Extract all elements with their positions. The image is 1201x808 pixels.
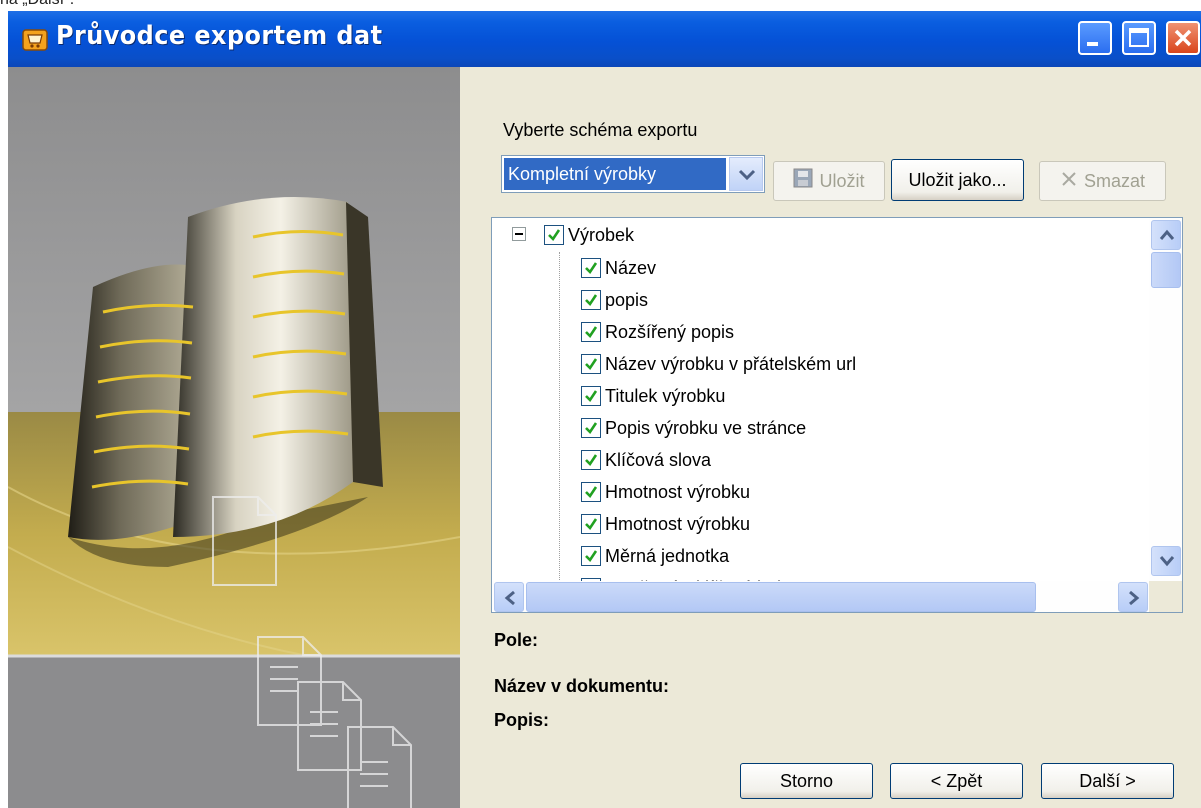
checkbox-checked-icon[interactable] [581, 258, 601, 278]
next-label: Další > [1079, 771, 1136, 791]
title-bar[interactable]: Průvodce exportem dat [8, 11, 1201, 67]
cancel-button[interactable]: Storno [740, 763, 873, 799]
background-clipped-text: na „Další". [0, 0, 200, 11]
checkbox-checked-icon[interactable] [581, 290, 601, 310]
vertical-scroll-thumb[interactable] [1151, 252, 1181, 288]
delete-x-icon [1060, 163, 1078, 201]
scroll-up-button[interactable] [1151, 220, 1181, 250]
tree-item-label: Měrná jednotka [605, 546, 730, 566]
doc-name-label: Název v dokumentu: [494, 676, 670, 696]
checkbox-checked-icon[interactable] [581, 546, 601, 566]
cart-icon [22, 27, 48, 51]
wizard-side-illustration [8, 67, 460, 808]
schema-label: Vyberte schéma exportu [503, 120, 698, 140]
tree-item-label: Rozšířený popis [605, 322, 735, 342]
tree-item-label: popis [605, 290, 649, 310]
checkbox-checked-icon[interactable] [581, 482, 601, 502]
horizontal-scrollbar[interactable] [492, 581, 1150, 612]
tree-item-label: Titulek výrobku [605, 386, 726, 406]
minimize-icon [1087, 42, 1098, 46]
tree-item-label: Název [605, 258, 657, 278]
next-button[interactable]: Další > [1041, 763, 1174, 799]
tree-item-label: Hmotnost výrobku [605, 482, 751, 502]
description-label: Popis: [494, 710, 550, 730]
chevron-up-icon [1159, 229, 1175, 240]
export-fields-tree[interactable]: Výrobek Název popis Rozšířený popis Náze… [491, 217, 1183, 613]
schema-selected-value: Kompletní výrobky [504, 158, 726, 190]
delete-button[interactable]: Smazat [1039, 161, 1166, 201]
tree-item-label: Klíčová slova [605, 450, 712, 470]
minimize-button[interactable] [1078, 21, 1112, 55]
chevron-right-icon [1129, 590, 1140, 606]
save-label: Uložit [819, 171, 865, 191]
checkbox-checked-icon[interactable] [581, 386, 601, 406]
schema-select[interactable]: Kompletní výrobky [501, 155, 765, 193]
save-button[interactable]: Uložit [773, 161, 885, 201]
back-button[interactable]: < Zpět [890, 763, 1023, 799]
chevron-down-icon [1159, 556, 1175, 567]
scroll-left-button[interactable] [494, 582, 524, 612]
window-title: Průvodce exportem dat [56, 21, 383, 51]
close-button[interactable] [1166, 21, 1200, 55]
checkbox-checked-icon[interactable] [581, 418, 601, 438]
checkbox-checked-icon[interactable] [544, 225, 564, 245]
checkbox-checked-icon[interactable] [581, 322, 601, 342]
checkbox-checked-icon[interactable] [581, 450, 601, 470]
chevron-down-icon [738, 169, 756, 181]
floppy-disk-icon [793, 163, 813, 201]
vertical-scrollbar[interactable] [1149, 218, 1182, 581]
scroll-right-button[interactable] [1118, 582, 1148, 612]
schema-dropdown-button[interactable] [729, 157, 763, 191]
back-label: < Zpět [930, 771, 983, 791]
maximize-icon [1129, 28, 1149, 47]
horizontal-scroll-thumb[interactable] [526, 582, 1036, 612]
cancel-label: Storno [779, 771, 834, 791]
export-wizard-window: Průvodce exportem dat Vyberte schéma exp… [8, 11, 1201, 808]
save-as-label: Uložit jako... [908, 170, 1007, 190]
field-label: Pole: [494, 630, 539, 650]
tree-item-label: Popis výrobku ve stránce [605, 418, 807, 438]
checkbox-checked-icon[interactable] [581, 354, 601, 374]
scrollbar-corner [1149, 581, 1182, 612]
scroll-down-button[interactable] [1151, 546, 1181, 576]
maximize-button[interactable] [1122, 21, 1156, 55]
delete-label: Smazat [1083, 171, 1146, 191]
collapse-toggle-icon[interactable] [512, 227, 526, 241]
wizard-content: Vyberte schéma exportu Kompletní výrobky… [460, 67, 1201, 808]
checkbox-checked-icon[interactable] [581, 514, 601, 534]
tree-guide-line [559, 252, 560, 612]
tree-item-label: Výrobek [568, 225, 635, 245]
close-icon [1174, 29, 1192, 47]
tree-item-label: Název výrobku v přátelském url [605, 354, 857, 374]
server-tower-illustration [8, 67, 460, 808]
save-as-button[interactable]: Uložit jako... [891, 159, 1024, 201]
tree-item-label: Hmotnost výrobku [605, 514, 751, 534]
chevron-left-icon [504, 590, 515, 606]
